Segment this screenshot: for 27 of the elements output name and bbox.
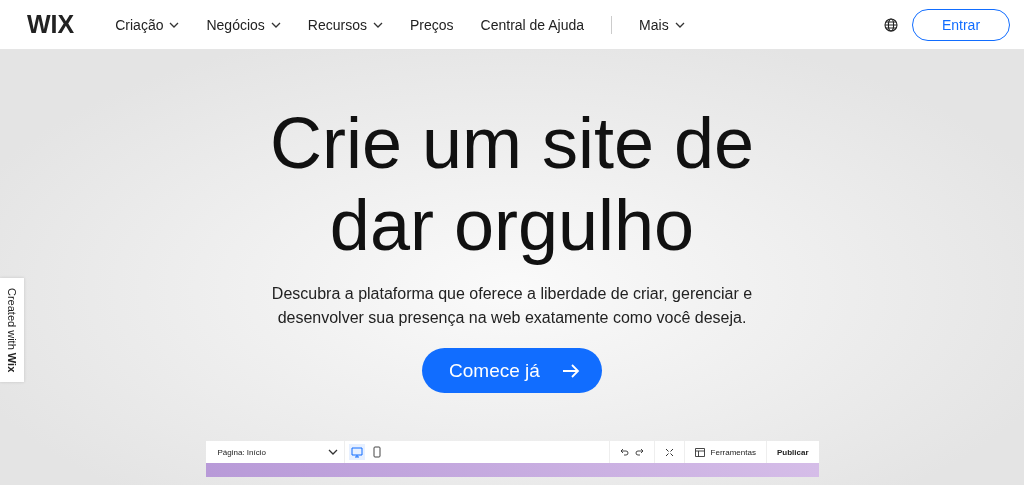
get-started-button[interactable]: Comece já <box>422 348 602 393</box>
nav-link[interactable]: Preços <box>410 16 454 33</box>
mobile-icon <box>372 446 381 458</box>
collapse-icon[interactable] <box>664 447 674 457</box>
globe-icon[interactable] <box>884 17 898 32</box>
nav-menu-item[interactable]: Criação <box>115 16 180 33</box>
chevron-down-icon <box>270 21 281 28</box>
device-toggle[interactable] <box>348 444 365 460</box>
arrow-right-icon <box>561 363 580 378</box>
redo-icon[interactable] <box>634 448 644 456</box>
nav-menu-item[interactable]: Recursos <box>307 16 383 33</box>
login-button[interactable]: Entrar <box>912 8 1010 41</box>
created-with-wix-badge[interactable]: Created with Wix <box>0 278 24 383</box>
panel-icon <box>694 447 705 457</box>
chevron-down-icon <box>373 21 383 28</box>
desktop-icon <box>350 446 363 458</box>
chevron-down-icon <box>674 21 685 28</box>
tools-button[interactable]: Ferramentas <box>694 447 756 457</box>
nav-menu-item[interactable]: Negócios <box>206 16 281 33</box>
wix-logo[interactable]: WIX <box>27 10 75 39</box>
undo-icon[interactable] <box>619 448 629 456</box>
chevron-down-icon <box>327 449 338 455</box>
chevron-down-icon <box>169 21 180 28</box>
nav-menu-item[interactable]: Mais <box>639 16 685 33</box>
hero-title: Crie um site de dar orgulho <box>268 102 756 266</box>
nav-link[interactable]: Central de Ajuda <box>480 16 585 33</box>
hero-subtitle: Descubra a plataforma que oferece a liberdade de criar, gerenciar e desenvolver sua presença na web exatamente como você deseja. <box>270 284 754 328</box>
